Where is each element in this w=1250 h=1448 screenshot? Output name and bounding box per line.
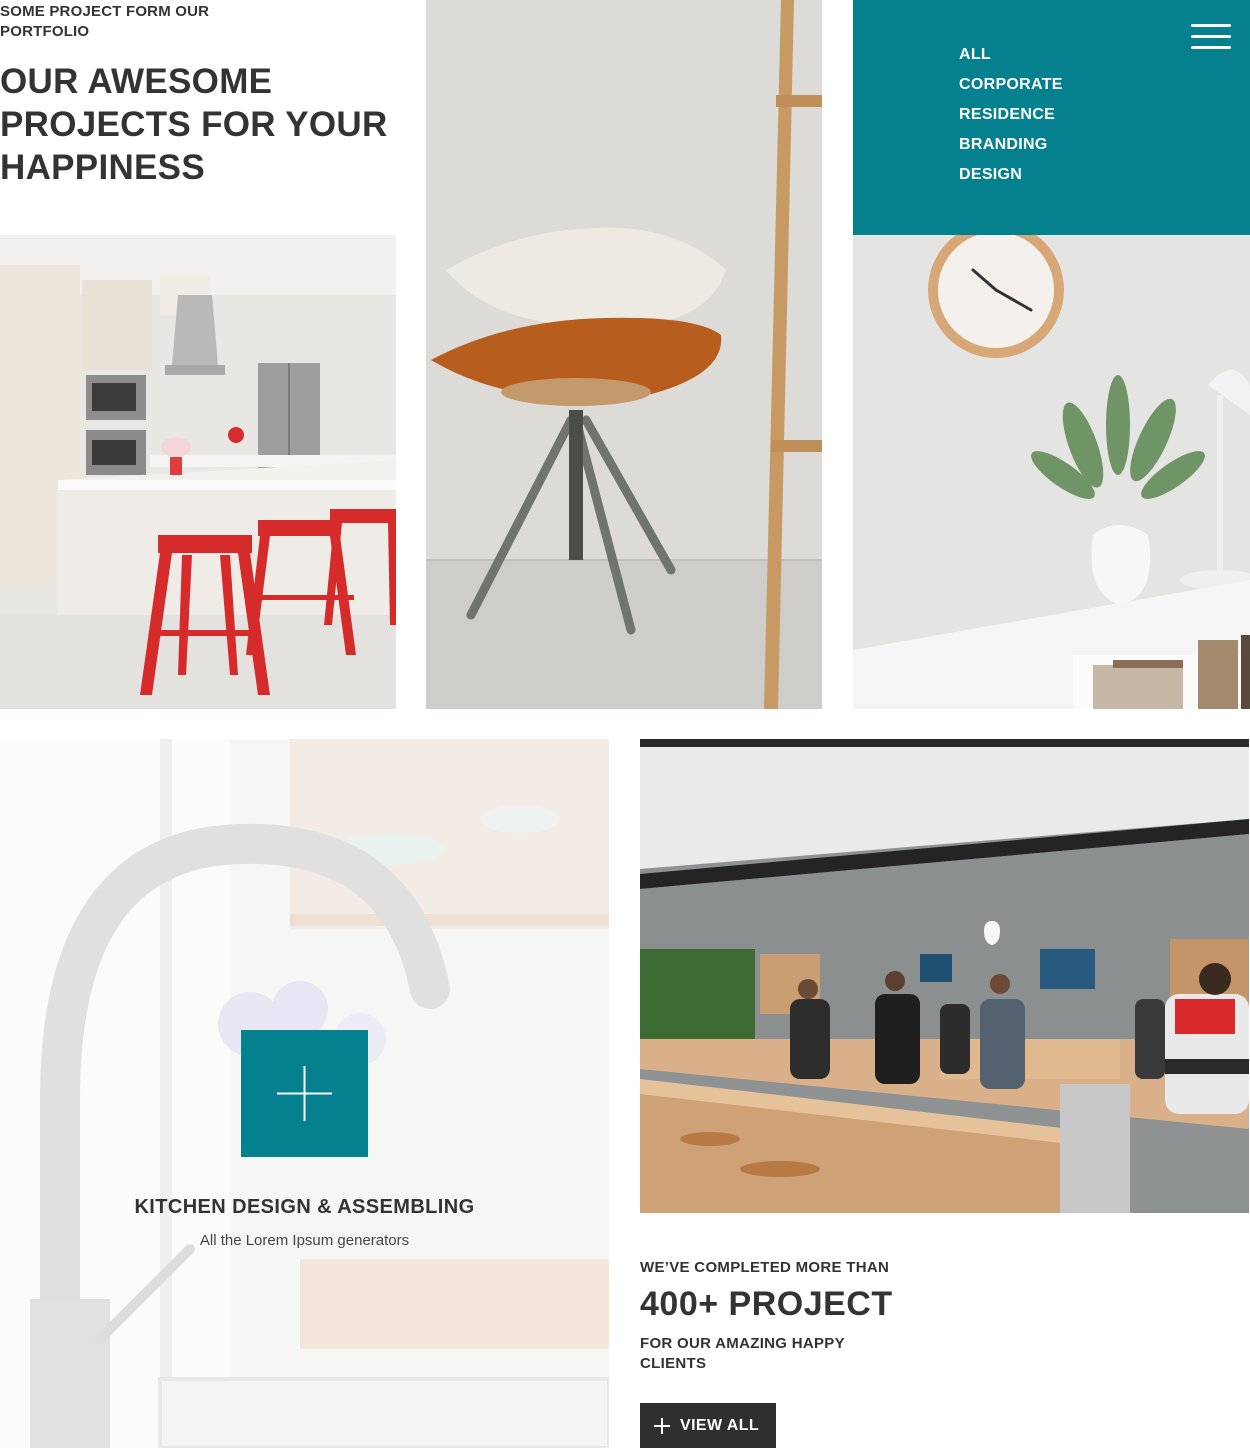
filter-residence[interactable]: RESIDENCE xyxy=(959,100,1063,130)
feature-subtitle: All the Lorem Ipsum generators xyxy=(199,1232,410,1249)
apple-store-photo[interactable] xyxy=(640,739,1249,1213)
plus-icon xyxy=(654,1417,670,1434)
filter-corporate[interactable]: CORPORATE xyxy=(959,70,1063,100)
filter-list: ALL CORPORATE RESIDENCE BRANDING DESIGN xyxy=(959,40,1063,190)
filter-panel: ALL CORPORATE RESIDENCE BRANDING DESIGN xyxy=(853,0,1250,235)
filter-all[interactable]: ALL xyxy=(959,40,1063,70)
filter-design[interactable]: DESIGN xyxy=(959,160,1063,190)
kitchen-red-stools-photo[interactable] xyxy=(0,235,396,709)
stats-caption: FOR OUR AMAZING HAPPY CLIENTS xyxy=(640,1335,845,1372)
plus-icon[interactable] xyxy=(241,1030,368,1157)
section-eyebrow: SOME PROJECT FORM OUR PORTFOLIO xyxy=(0,3,210,40)
section-headline: OUR AWESOME PROJECTS FOR YOUR HAPPINESS xyxy=(0,62,388,187)
hamburger-menu-icon[interactable] xyxy=(1191,24,1231,50)
feature-title: KITCHEN DESIGN & ASSEMBLING xyxy=(134,1196,475,1218)
stats-number: 400+ PROJECT xyxy=(640,1285,893,1323)
view-all-label: VIEW ALL xyxy=(680,1416,760,1434)
pillows-on-stool-photo[interactable] xyxy=(426,0,822,709)
wall-clock-plant-photo[interactable] xyxy=(853,235,1250,709)
stats-intro: WE’VE COMPLETED MORE THAN xyxy=(640,1259,890,1276)
filter-branding[interactable]: BRANDING xyxy=(959,130,1063,160)
view-all-button[interactable]: VIEW ALL xyxy=(640,1403,776,1448)
